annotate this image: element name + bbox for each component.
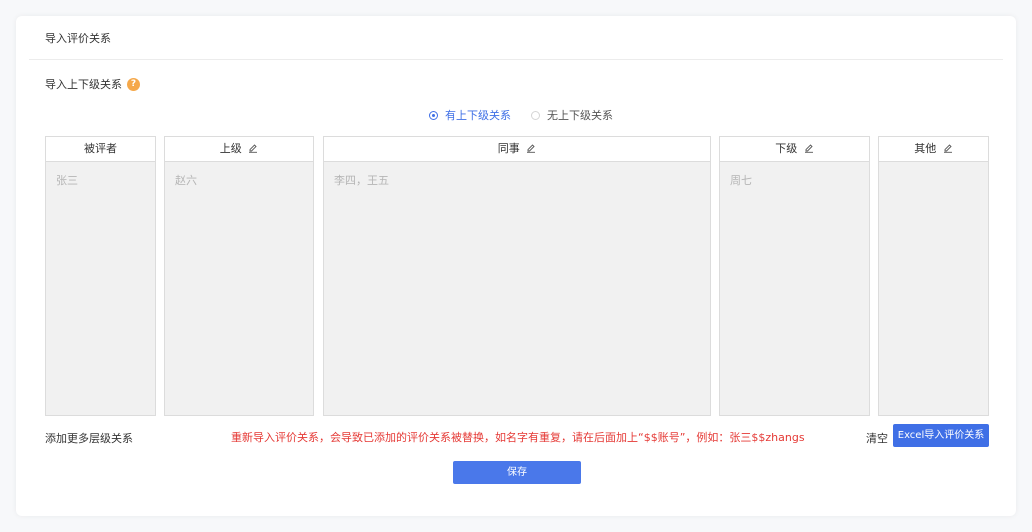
evaluatee-textarea[interactable]: 张三: [46, 162, 155, 415]
column-header: 被评者: [46, 137, 155, 162]
column-subordinate: 下级 周七: [719, 136, 870, 416]
other-textarea[interactable]: [879, 162, 988, 415]
page-title: 导入评价关系: [45, 32, 111, 45]
placeholder-text: 张三: [56, 174, 78, 187]
column-header: 其他: [879, 137, 988, 162]
column-other: 其他: [878, 136, 989, 416]
radio-dot-icon: [429, 110, 438, 120]
edit-icon[interactable]: [804, 143, 814, 153]
question-icon[interactable]: ?: [127, 77, 140, 91]
relation-radio-group: 有上下级关系 无上下级关系: [429, 107, 613, 123]
column-header: 同事: [324, 137, 710, 162]
warning-text: 重新导入评价关系，会导致已添加的评价关系被替换，如名字有重复，请在后面加上“$$…: [231, 431, 805, 444]
column-header-label: 其他: [914, 142, 937, 155]
column-header-label: 上级: [219, 142, 242, 155]
column-header-label: 同事: [497, 142, 520, 155]
save-button[interactable]: 保存: [453, 461, 581, 484]
placeholder-text: 李四，王五: [334, 174, 389, 187]
column-header: 下级: [720, 137, 869, 162]
column-header-label: 被评者: [84, 142, 117, 155]
radio-label: 无上下级关系: [547, 109, 613, 122]
subordinate-textarea[interactable]: 周七: [720, 162, 869, 415]
section-label-text: 导入上下级关系: [45, 78, 122, 91]
superior-textarea[interactable]: 赵六: [165, 162, 313, 415]
placeholder-text: 周七: [730, 174, 752, 187]
excel-import-button[interactable]: Excel导入评价关系: [893, 424, 989, 447]
placeholder-text: 赵六: [175, 174, 197, 187]
peer-textarea[interactable]: 李四，王五: [324, 162, 710, 415]
title-divider: [29, 59, 1003, 60]
add-more-levels-link[interactable]: 添加更多层级关系: [45, 430, 133, 446]
radio-dot-icon: [531, 110, 540, 120]
import-relations-card: 导入评价关系 导入上下级关系 ? 有上下级关系 无上下级关系 被评者 张三 上级: [16, 16, 1016, 516]
radio-label: 有上下级关系: [445, 109, 511, 122]
edit-icon[interactable]: [248, 143, 258, 153]
column-evaluatee: 被评者 张三: [45, 136, 156, 416]
column-header-label: 下级: [775, 142, 798, 155]
column-peer: 同事 李四，王五: [323, 136, 711, 416]
column-header: 上级: [165, 137, 313, 162]
edit-icon[interactable]: [943, 143, 953, 153]
radio-has-relation[interactable]: 有上下级关系: [429, 107, 511, 123]
edit-icon[interactable]: [526, 143, 536, 153]
clear-button[interactable]: 清空: [866, 430, 888, 446]
column-superior: 上级 赵六: [164, 136, 314, 416]
radio-no-relation[interactable]: 无上下级关系: [531, 107, 613, 123]
section-label: 导入上下级关系 ?: [45, 76, 140, 92]
